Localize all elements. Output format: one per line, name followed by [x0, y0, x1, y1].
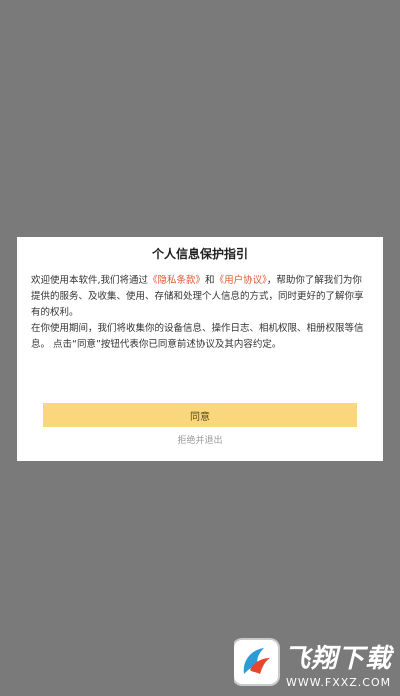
- dialog-body: 欢迎使用本软件,我们将通过《隐私条款》和《用户协议》，帮助你了解我们为你提供的服…: [31, 273, 369, 353]
- agree-button[interactable]: 同意: [43, 403, 357, 427]
- watermark-title: 飞翔下载: [284, 644, 393, 674]
- privacy-dialog: 个人信息保护指引 欢迎使用本软件,我们将通过《隐私条款》和《用户协议》，帮助你了…: [17, 237, 383, 461]
- reject-exit-link[interactable]: 拒绝并退出: [17, 433, 383, 446]
- watermark: 飞翔下载 WWW.FXXZ.COM: [234, 636, 394, 692]
- watermark-logo-icon: [234, 640, 278, 684]
- body-text-intro: 欢迎使用本软件,我们将通过: [31, 275, 149, 286]
- body-text-and: 和: [205, 275, 215, 286]
- privacy-terms-link[interactable]: 《隐私条款》: [148, 275, 205, 286]
- body-text-paragraph2: 在你使用期间，我们将收集你的设备信息、操作日志、相机权限、相册权限等信息。 点击…: [31, 323, 364, 350]
- dialog-title: 个人信息保护指引: [151, 247, 248, 261]
- user-agreement-link[interactable]: 《用户协议》: [215, 275, 267, 286]
- watermark-url: WWW.FXXZ.COM: [286, 676, 392, 689]
